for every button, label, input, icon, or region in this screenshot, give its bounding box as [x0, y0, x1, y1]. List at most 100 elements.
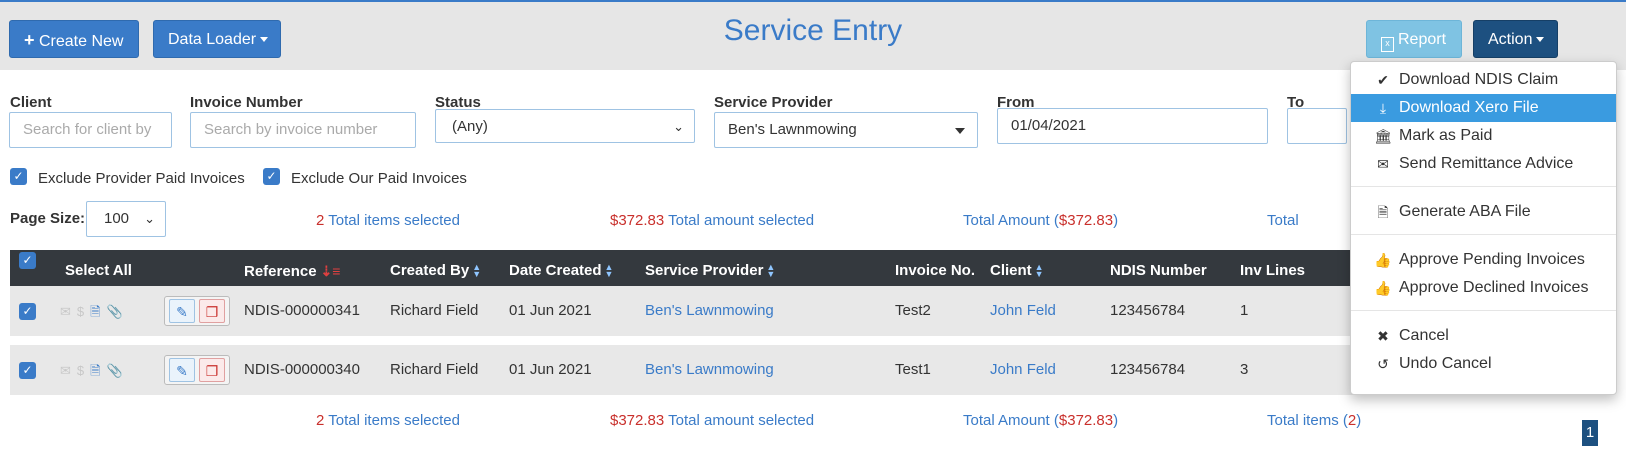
cell-invoice-no: Test2: [895, 302, 931, 319]
cell-date-created: 01 Jun 2021: [509, 361, 592, 378]
chevron-down-icon: ⌄: [673, 119, 684, 134]
sort-icon: ▲ ▼: [472, 262, 482, 280]
exclude-our-paid-checkbox[interactable]: ✓: [263, 168, 280, 185]
menu-item-approve-declined-invoices[interactable]: 👍 Approve Declined Invoices: [1351, 274, 1616, 302]
page-size-label: Page Size:: [10, 210, 86, 227]
total-items-summary-partial: Total: [1267, 212, 1299, 229]
paperclip-icon: 📎: [106, 304, 129, 319]
edit-icon[interactable]: ✎: [169, 358, 195, 382]
amount-selected-summary: $372.83 Total amount selected: [610, 212, 815, 229]
sort-icon: ▲ ▼: [766, 262, 776, 280]
row-checkbox[interactable]: ✓: [19, 362, 36, 379]
table-row[interactable]: ✓ ✉$🗎📎 ✎ ❐ NDIS-000000340 Richard Field …: [10, 345, 1355, 395]
times-icon: ✖: [1377, 328, 1389, 344]
check-icon: ✓: [13, 169, 24, 183]
menu-item-generate-aba-file[interactable]: 🗎 Generate ABA File: [1351, 198, 1616, 226]
cell-service-provider-link[interactable]: Ben's Lawnmowing: [645, 345, 774, 395]
service-provider-label: Service Provider: [714, 94, 833, 111]
file-icon: 🗎: [1377, 204, 1389, 220]
file-excel-icon: x: [1381, 37, 1394, 52]
report-button[interactable]: x Report: [1366, 20, 1462, 58]
menu-divider: [1351, 234, 1616, 235]
action-button[interactable]: Action: [1473, 20, 1558, 58]
client-search-input[interactable]: Search for client by: [9, 112, 172, 148]
page-size-select[interactable]: 100 ⌄: [86, 201, 166, 237]
table-row[interactable]: ✓ ✉$🗎📎 ✎ ❐ NDIS-000000341 Richard Field …: [10, 286, 1355, 336]
select-all-checkbox[interactable]: ✓: [19, 252, 36, 269]
exclude-provider-paid-label: Exclude Provider Paid Invoices: [38, 170, 245, 187]
menu-item-mark-as-paid[interactable]: 🏛 Mark as Paid: [1351, 122, 1616, 150]
sort-icon: ▲ ▼: [604, 262, 614, 280]
sort-icon: ▲ ▼: [1034, 262, 1044, 280]
row-status-icons: ✉$🗎📎: [60, 303, 129, 325]
envelope-icon: ✉: [1377, 156, 1389, 172]
thumbs-up-outline-icon: 👍: [1374, 252, 1392, 268]
cell-created-by: Richard Field: [390, 302, 479, 319]
triangle-down-icon: [955, 128, 965, 134]
cell-ndis-number: 123456784: [1110, 302, 1186, 319]
check-icon: ✓: [266, 169, 277, 183]
envelope-icon: ✉: [60, 304, 77, 319]
check-icon: ✓: [22, 304, 33, 318]
menu-item-undo-cancel[interactable]: ↺ Undo Cancel: [1351, 350, 1616, 378]
row-actions: ✎ ❐: [164, 355, 230, 385]
edit-icon[interactable]: ✎: [169, 299, 195, 323]
pagination-page-1[interactable]: 1: [1582, 420, 1598, 446]
download-icon: ⤓: [1379, 100, 1387, 116]
dollar-icon: $: [76, 304, 91, 319]
service-provider-select[interactable]: Ben's Lawnmowing: [714, 112, 978, 148]
client-label: Client: [10, 94, 52, 111]
cell-reference: NDIS-000000340: [244, 361, 360, 378]
to-date-input[interactable]: [1287, 108, 1347, 144]
caret-down-icon: [1536, 37, 1545, 43]
envelope-icon: ✉: [60, 363, 77, 378]
menu-item-cancel[interactable]: ✖ Cancel: [1351, 322, 1616, 350]
menu-divider: [1351, 186, 1616, 187]
file-icon: 🗎: [90, 363, 107, 378]
cell-reference: NDIS-000000341: [244, 302, 360, 319]
invoice-number-input[interactable]: Search by invoice number: [190, 112, 416, 148]
cell-inv-lines: 1: [1240, 302, 1249, 319]
check-icon: ✓: [22, 363, 33, 377]
invoice-number-label: Invoice Number: [190, 94, 303, 111]
copy-icon[interactable]: ❐: [199, 299, 225, 323]
row-checkbox[interactable]: ✓: [19, 303, 36, 320]
exclude-provider-paid-checkbox[interactable]: ✓: [10, 168, 27, 185]
menu-item-download-ndis-claim[interactable]: ✔ Download NDIS Claim: [1351, 66, 1616, 94]
cell-ndis-number: 123456784: [1110, 361, 1186, 378]
total-amount-summary: Total Amount ($372.83): [963, 212, 1119, 229]
cell-date-created: 01 Jun 2021: [509, 302, 592, 319]
action-dropdown-menu: ✔ Download NDIS Claim ⤓ Download Xero File…: [1350, 61, 1617, 395]
sort-desc-icon: ⇣≡: [320, 263, 341, 279]
total-items-summary-bottom: Total items (2): [1267, 412, 1362, 429]
cell-client-link[interactable]: John Feld: [990, 345, 1056, 395]
items-selected-summary: 2 Total items selected: [316, 212, 460, 229]
paperclip-icon: 📎: [106, 363, 129, 378]
cell-inv-lines: 3: [1240, 361, 1249, 378]
file-icon: 🗎: [90, 304, 107, 319]
from-date-input[interactable]: 01/04/2021: [997, 108, 1268, 144]
cell-client-link[interactable]: John Feld: [990, 286, 1056, 336]
total-amount-summary-bottom: Total Amount ($372.83): [963, 412, 1119, 429]
cell-created-by: Richard Field: [390, 361, 479, 378]
copy-icon[interactable]: ❐: [199, 358, 225, 382]
menu-item-download-xero-file[interactable]: ⤓ Download Xero File: [1351, 94, 1616, 122]
exclude-our-paid-label: Exclude Our Paid Invoices: [291, 170, 467, 187]
cell-invoice-no: Test1: [895, 361, 931, 378]
menu-divider: [1351, 310, 1616, 311]
undo-icon: ↺: [1377, 356, 1389, 372]
menu-item-approve-pending-invoices[interactable]: 👍 Approve Pending Invoices: [1351, 246, 1616, 274]
dollar-icon: $: [76, 363, 91, 378]
row-status-icons: ✉$🗎📎: [60, 362, 129, 384]
check-icon: ✔: [1377, 72, 1389, 88]
amount-selected-summary-bottom: $372.83 Total amount selected: [610, 412, 815, 429]
row-actions: ✎ ❐: [164, 296, 230, 326]
cell-service-provider-link[interactable]: Ben's Lawnmowing: [645, 286, 774, 336]
menu-item-send-remittance-advice[interactable]: ✉ Send Remittance Advice: [1351, 150, 1616, 178]
check-icon: ✓: [22, 253, 33, 267]
chevron-down-icon: ⌄: [144, 211, 155, 226]
status-select[interactable]: (Any) ⌄: [435, 109, 695, 143]
items-selected-summary-bottom: 2 Total items selected: [316, 412, 460, 429]
bank-icon: 🏛: [1374, 128, 1392, 144]
thumbs-up-icon: 👍: [1374, 280, 1392, 296]
